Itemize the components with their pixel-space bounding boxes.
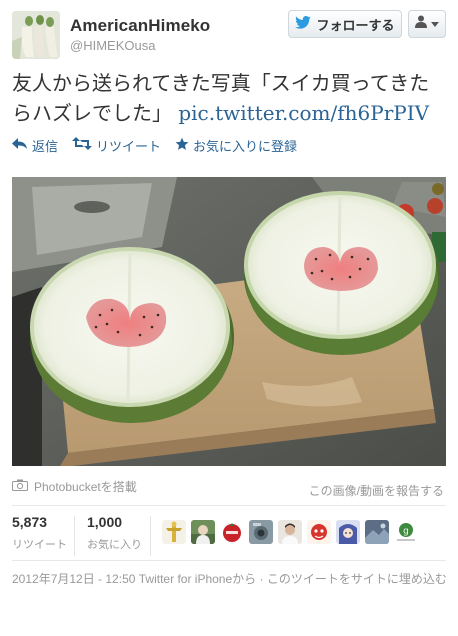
retweet-button[interactable]: リツイート: [72, 136, 161, 155]
retweet-count: 5,873: [12, 514, 48, 530]
user-silhouette-icon: [415, 15, 427, 33]
tweet-stats: 5,873 リツイート 1,000 お気に入り g: [12, 514, 446, 558]
photo-credit-label: Photobucketを搭載: [34, 480, 137, 494]
reply-label: 返信: [32, 138, 59, 154]
favoriter-avatar[interactable]: [162, 520, 186, 544]
meta-separator: ·: [256, 572, 267, 586]
svg-text:g: g: [403, 527, 409, 537]
divider: [150, 516, 151, 556]
avatar[interactable]: [12, 11, 60, 59]
retweet-count-label: リツイート: [12, 539, 67, 551]
twitter-bird-icon: [295, 16, 312, 32]
favorite-count-label: お気に入り: [87, 539, 142, 551]
favorite-label: お気に入りに登録: [193, 138, 298, 154]
tweet-text: 友人から送られてきた写真「スイカ買ってきたらハズレでした」 pic.twitte…: [12, 68, 448, 128]
photo-credit[interactable]: Photobucketを搭載: [12, 478, 137, 495]
favoriter-avatar[interactable]: [278, 520, 302, 544]
tweet-meta: 2012年7月12日 - 12:50 Twitter for iPhoneから …: [12, 568, 448, 590]
embed-tweet-link[interactable]: このツイートをサイトに埋め込む: [267, 572, 447, 586]
photo-footer: Photobucketを搭載 この画像/動画を報告する: [12, 476, 446, 499]
tweet-actions: 返信 リツイート お気に入りに登録: [12, 135, 297, 155]
favorite-stat[interactable]: 1,000 お気に入り: [87, 514, 142, 552]
tweet-header: AmericanHimeko @HIMEKOusa フォローする: [0, 0, 458, 64]
user-actions-button[interactable]: [408, 10, 446, 38]
divider: [12, 505, 446, 506]
display-name[interactable]: AmericanHimeko: [70, 16, 210, 36]
favoriter-avatar[interactable]: g: [394, 520, 418, 544]
retweet-icon: [72, 137, 93, 153]
favorite-count: 1,000: [87, 514, 123, 530]
divider: [12, 560, 446, 561]
follow-button-label: フォローする: [316, 17, 395, 33]
retweet-stat[interactable]: 5,873 リツイート: [12, 514, 67, 552]
tweet-photo[interactable]: [12, 177, 446, 466]
follow-button[interactable]: フォローする: [288, 10, 402, 38]
tweet-source[interactable]: Twitter for iPhoneから: [139, 572, 256, 586]
favoriter-avatars: g: [162, 520, 418, 544]
divider: [74, 516, 75, 556]
favoriter-avatar[interactable]: [307, 520, 331, 544]
camera-icon: [12, 479, 28, 494]
reply-button[interactable]: 返信: [12, 136, 58, 155]
favoriter-avatar[interactable]: [220, 520, 244, 544]
chevron-down-icon: [431, 21, 439, 27]
tweet-media-link[interactable]: pic.twitter.com/fh6PrPIV: [178, 101, 429, 125]
reply-arrow-icon: [12, 137, 28, 153]
star-icon: [175, 137, 189, 154]
screen-name[interactable]: @HIMEKOusa: [70, 38, 155, 53]
favoriter-avatar[interactable]: [365, 520, 389, 544]
favorite-button[interactable]: お気に入りに登録: [175, 136, 297, 155]
favoriter-avatar[interactable]: [336, 520, 360, 544]
tweet-timestamp[interactable]: 2012年7月12日 - 12:50: [12, 572, 135, 586]
favoriter-avatar[interactable]: [249, 520, 273, 544]
report-media-link[interactable]: この画像/動画を報告する: [309, 482, 444, 499]
favoriter-avatar[interactable]: [191, 520, 215, 544]
retweet-label: リツイート: [96, 138, 162, 154]
